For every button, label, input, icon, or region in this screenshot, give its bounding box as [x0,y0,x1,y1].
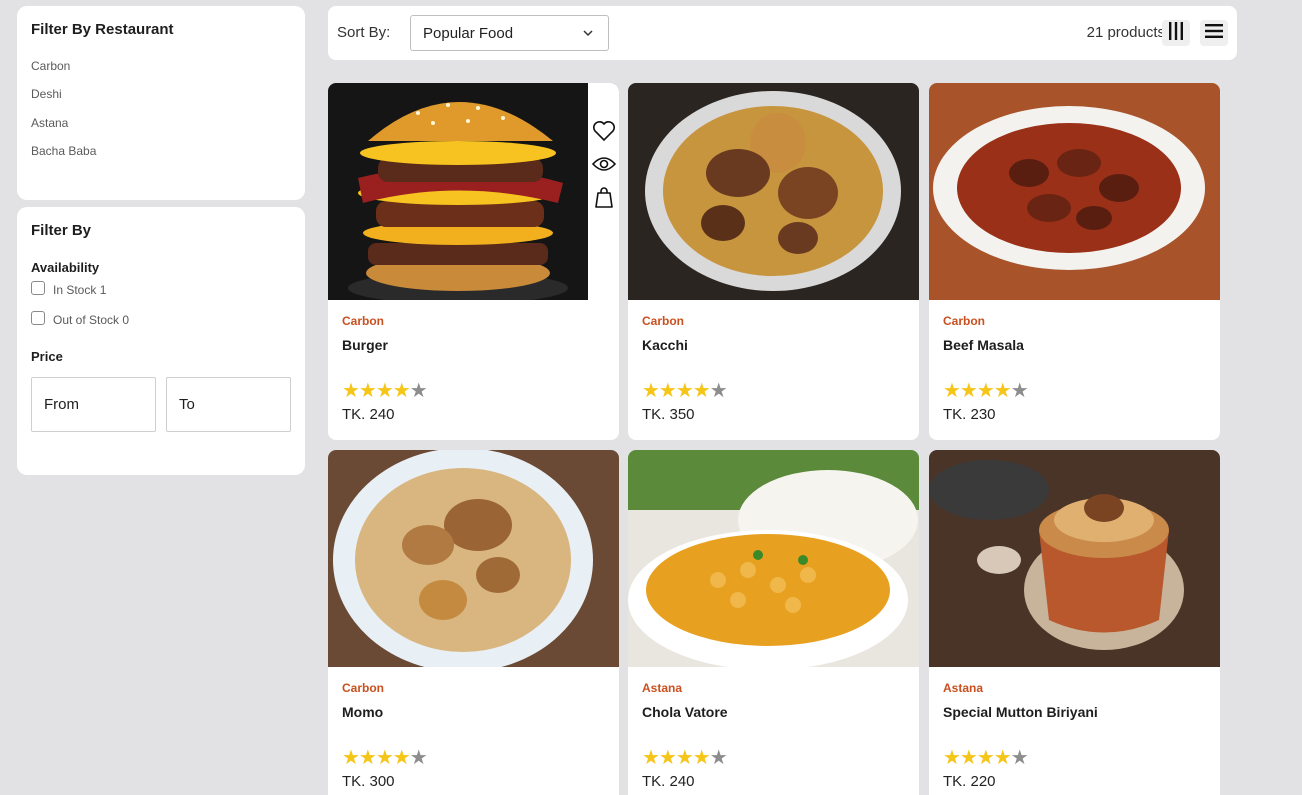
sort-select-value: Popular Food [423,24,514,42]
in-stock-checkbox[interactable] [31,281,45,295]
grid-view-button[interactable] [1162,20,1190,46]
card-body: Carbon Momo ★★★★★ TK. 300 [342,681,602,790]
food-image-biriyani[interactable] [929,450,1220,667]
card-food-name[interactable]: Burger [342,337,602,353]
list-view-icon [1205,23,1223,44]
restaurant-list: Carbon Deshi Astana Bacha Baba [31,58,291,171]
card-food-name[interactable]: Kacchi [642,337,902,353]
product-count: 21 products [1086,24,1165,41]
card-restaurant: Carbon [943,314,985,328]
food-image-momo[interactable] [328,450,619,667]
grid-view-icon [1168,21,1184,45]
card-restaurant: Astana [642,681,683,695]
rating-stars: ★★★★★ [943,380,1029,402]
card-price: TK. 300 [342,773,395,790]
out-of-stock-checkbox[interactable] [31,311,45,325]
food-image-burger[interactable] [328,83,619,300]
card-price: TK. 240 [642,773,695,790]
product-card[interactable]: Astana Chola Vatore ★★★★★ TK. 240 [628,450,919,795]
product-card[interactable]: Carbon Kacchi ★★★★★ TK. 350 [628,83,919,440]
availability-title: Availability [31,260,100,275]
filter-by-title: Filter By [31,222,92,239]
card-price: TK. 350 [642,406,695,423]
rating-stars: ★★★★★ [943,747,1029,769]
card-body: Carbon Kacchi ★★★★★ TK. 350 [642,314,902,423]
food-image-chola[interactable] [628,450,919,667]
rating-stars: ★★★★★ [342,380,428,402]
sort-label: Sort By: [337,24,391,41]
price-range: From To [31,377,291,432]
filter-by-panel: Filter By Availability In Stock 1 Out of… [17,207,305,475]
sort-select[interactable]: Popular Food [410,15,609,51]
card-price: TK. 240 [342,406,395,423]
card-restaurant: Carbon [342,681,384,695]
product-card[interactable]: Carbon Burger ★★★★★ TK. 240 [328,83,619,440]
price-from-input[interactable]: From [31,377,156,432]
product-card[interactable]: Carbon Momo ★★★★★ TK. 300 [328,450,619,795]
in-stock-label: In Stock 1 [53,283,107,297]
price-to-input[interactable]: To [166,377,291,432]
rating-stars: ★★★★★ [642,380,728,402]
card-food-name[interactable]: Momo [342,704,602,720]
restaurant-filter-title: Filter By Restaurant [31,21,174,38]
card-body: Carbon Burger ★★★★★ TK. 240 [342,314,602,423]
price-title: Price [31,349,63,364]
card-body: Carbon Beef Masala ★★★★★ TK. 230 [943,314,1203,423]
restaurant-filter-panel: Filter By Restaurant Carbon Deshi Astana… [17,6,305,200]
card-price: TK. 230 [943,406,996,423]
rating-stars: ★★★★★ [342,747,428,769]
restaurant-item-bacha-baba[interactable]: Bacha Baba [31,143,291,171]
card-action-icons [588,83,619,300]
product-card[interactable]: Astana Special Mutton Biriyani ★★★★★ TK.… [929,450,1220,795]
card-price: TK. 220 [943,773,996,790]
shopping-bag-icon[interactable] [591,184,617,210]
chevron-down-icon [582,26,594,43]
sort-toolbar: Sort By: Popular Food 21 products [328,6,1237,60]
card-food-name[interactable]: Beef Masala [943,337,1203,353]
card-body: Astana Special Mutton Biriyani ★★★★★ TK.… [943,681,1203,790]
heart-icon[interactable] [591,118,617,144]
eye-icon[interactable] [591,151,617,177]
card-restaurant: Astana [943,681,984,695]
food-image-kacchi[interactable] [628,83,919,300]
card-restaurant: Carbon [642,314,684,328]
out-of-stock-option[interactable]: Out of Stock 0 [31,305,291,335]
card-restaurant: Carbon [342,314,384,328]
card-body: Astana Chola Vatore ★★★★★ TK. 240 [642,681,902,790]
out-of-stock-label: Out of Stock 0 [53,313,130,327]
restaurant-item-astana[interactable]: Astana [31,115,291,143]
product-card[interactable]: Carbon Beef Masala ★★★★★ TK. 230 [929,83,1220,440]
card-food-name[interactable]: Chola Vatore [642,704,902,720]
restaurant-item-deshi[interactable]: Deshi [31,86,291,114]
food-image-beef-masala[interactable] [929,83,1220,300]
restaurant-item-carbon[interactable]: Carbon [31,58,291,86]
list-view-button[interactable] [1200,20,1228,46]
in-stock-option[interactable]: In Stock 1 [31,275,291,305]
card-food-name[interactable]: Special Mutton Biriyani [943,704,1203,720]
rating-stars: ★★★★★ [642,747,728,769]
